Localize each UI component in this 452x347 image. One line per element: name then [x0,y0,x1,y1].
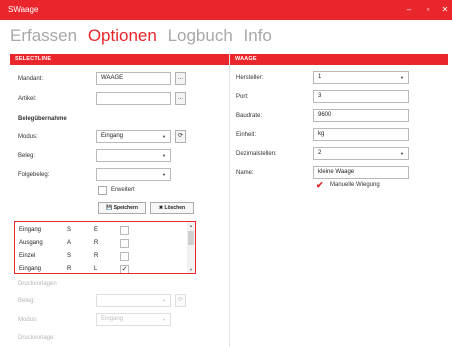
chevron-down-icon: ▼ [162,298,166,303]
einheit-label: Einheit: [236,132,257,138]
save-button-label: Speichern [113,205,138,211]
druck-modus-select[interactable]: Eingang ▼ [96,313,171,326]
title-bar: SWaage – ▫ ✕ [0,0,452,20]
mandant-label: Mandant: [18,76,44,82]
list-item-col-b: E [94,227,99,233]
folgebeleg-label: Folgebeleg: [18,172,50,178]
list-item-checkbox[interactable] [120,226,129,235]
delete-button-label: Löschen [164,205,186,211]
list-item-checkbox[interactable]: ✓ [120,265,129,273]
belegubernahme-heading: Belegübernahme [18,116,67,122]
chevron-down-icon: ▼ [400,75,404,80]
scroll-up-icon[interactable]: ▲ [187,223,195,228]
list-item[interactable]: Einzel S R [15,250,187,263]
list-item-col-a: R [67,266,72,272]
list-item-checkbox[interactable] [120,239,129,248]
einheit-field[interactable]: kg [313,128,409,141]
manuelle-wiegung-label: Manuelle Wiegung [330,182,380,188]
list-item[interactable]: Ausgang A R [15,237,187,250]
list-item[interactable]: Eingang S E [15,224,187,237]
artikel-field[interactable] [96,92,171,105]
section-header-selectline: SELECTLINE [10,54,229,65]
scroll-thumb[interactable] [188,231,194,245]
artikel-label: Artikel: [18,96,37,102]
chevron-down-icon: ▼ [162,153,166,158]
chevron-down-icon: ▼ [162,172,166,177]
baudrate-field[interactable]: 9600 [313,109,409,122]
artikel-browse-button[interactable]: ... [175,92,186,105]
list-item-col-b: R [94,240,99,246]
hersteller-value: 1 [318,74,322,80]
close-icon[interactable]: ✕ [438,3,452,16]
druck-beleg-label: Beleg: [18,298,36,304]
list-item-name: Eingang [19,266,42,272]
mandant-browse-button[interactable]: ... [175,72,186,85]
chevron-down-icon: ▼ [162,317,166,322]
minimize-icon[interactable]: – [402,3,416,16]
list-item[interactable]: Eingang R L ✓ [15,263,187,273]
beleg-label: Beleg: [18,153,36,159]
panel-divider [229,54,230,347]
save-button[interactable]: 💾 Speichern [98,202,146,214]
belegart-list[interactable]: Eingang S E Ausgang A R Einzel S R Einga… [14,221,196,274]
erweitert-label: Erweitert [111,187,135,193]
manuelle-wiegung-checkbox[interactable]: ✔ [316,180,324,191]
nav-tabs: Erfassen Optionen Logbuch Info [10,26,278,50]
list-item-name: Einzel [19,253,36,259]
delete-button[interactable]: ✖ Löschen [150,202,194,214]
port-label: Port: [236,94,249,100]
modus-label: Modus: [18,134,38,140]
chevron-down-icon: ▼ [400,151,404,156]
dezimalstellen-select[interactable]: 2 ▼ [313,147,409,160]
section-header-waage: WAAGE [230,54,448,65]
list-scrollbar[interactable]: ▲ ▼ [187,222,195,273]
modus-value: Eingang [101,133,124,139]
hersteller-label: Hersteller: [236,75,264,81]
druck-modus-label: Modus: [18,317,38,323]
druckvorlage-label: Druckvorlage: [18,335,56,341]
scroll-down-icon[interactable]: ▼ [187,267,195,272]
dezimalstellen-value: 2 [318,150,322,156]
list-item-col-b: L [94,266,98,272]
refresh-icon: ⟳ [177,297,184,303]
refresh-button[interactable]: ⟳ [175,130,186,143]
save-icon: 💾 [106,205,113,211]
chevron-down-icon: ▼ [162,134,166,139]
baudrate-label: Baudrate: [236,113,263,119]
druck-modus-value: Eingang [101,316,124,322]
tab-erfassen[interactable]: Erfassen [10,26,77,45]
name-label: Name: [236,170,254,176]
hersteller-select[interactable]: 1 ▼ [313,71,409,84]
dezimalstellen-label: Dezimalstellen: [236,151,277,157]
erweitert-checkbox[interactable] [98,186,107,195]
druckvorlagen-heading: Druckvorlagen [18,281,57,287]
beleg-select[interactable]: ▼ [96,149,171,162]
list-item-col-b: R [94,253,99,259]
tab-logbuch[interactable]: Logbuch [168,26,233,45]
list-item-col-a: A [67,240,72,246]
name-field[interactable]: kleine Waage [313,166,409,179]
modus-select[interactable]: Eingang ▼ [96,130,171,143]
tab-info[interactable]: Info [244,26,272,45]
list-item-name: Eingang [19,227,42,233]
druck-beleg-select[interactable]: ▼ [96,294,171,307]
maximize-icon[interactable]: ▫ [421,3,435,16]
refresh-icon: ⟳ [177,133,184,139]
druck-refresh-button[interactable]: ⟳ [175,294,186,307]
window-title: SWaage [8,5,39,14]
folgebeleg-select[interactable]: ▼ [96,168,171,181]
tab-optionen[interactable]: Optionen [88,26,157,45]
list-item-name: Ausgang [19,240,43,246]
mandant-field[interactable]: WAAGE [96,72,171,85]
port-field[interactable]: 3 [313,90,409,103]
delete-icon: ✖ [158,205,164,211]
list-item-checkbox[interactable] [120,252,129,261]
list-item-col-a: S [67,227,72,233]
list-item-col-a: S [67,253,72,259]
